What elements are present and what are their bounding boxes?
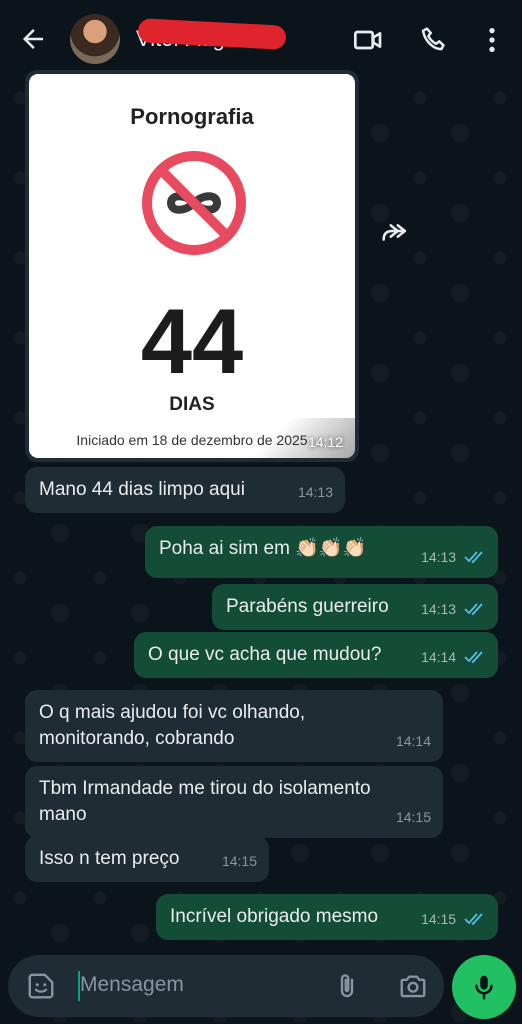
attach-icon[interactable] [332,971,362,1001]
message-bubble-incoming[interactable]: Isso n tem preço 14:15 [25,836,269,882]
sticker-icon[interactable] [26,971,56,1001]
message-time: 14:15 [395,809,431,825]
read-ticks-icon [464,913,483,926]
image-content: Pornografia 44 DIAS Iniciado em 18 de de… [29,74,355,458]
avatar[interactable] [70,14,120,64]
message-time: 14:13 [421,596,486,622]
message-time: 14:14 [421,644,486,670]
days-counter: 44 [140,291,244,393]
more-vert-icon[interactable] [476,24,508,56]
message-time: 14:15 [421,906,486,932]
message-time: 14:14 [395,733,431,749]
mic-button[interactable] [452,955,516,1019]
forward-icon[interactable] [378,214,412,248]
mic-icon [475,975,493,1000]
message-time: 14:13 [297,484,333,500]
message-text: O que vc acha que mudou? [148,644,382,665]
message-bubble-outgoing[interactable]: Parabéns guerreiro 14:13 [212,584,498,630]
message-input[interactable]: Mensagem [80,973,184,997]
message-time: 14:12 [307,434,343,450]
video-call-icon[interactable] [352,24,384,56]
message-text: O q mais ajudou foi vc olhando, monitora… [39,702,306,749]
read-ticks-icon [464,651,483,664]
no-infinity-icon [142,151,246,255]
image-title: Pornografia [130,104,254,129]
chat-header: Vitor Augusto [0,0,522,78]
phone-icon[interactable] [418,24,450,56]
message-time: 14:15 [221,853,257,869]
days-label: DIAS [169,394,215,415]
message-bubble-incoming[interactable]: O q mais ajudou foi vc olhando, monitora… [25,690,443,762]
message-text: Parabéns guerreiro [226,596,389,617]
message-text: Poha ai sim em 👏🏻👏🏻👏🏻 [159,538,367,559]
message-bubble-incoming[interactable]: Mano 44 dias limpo aqui 14:13 [25,467,345,513]
message-text: Incrível obrigado mesmo [170,906,379,927]
message-bubble-incoming[interactable]: Tbm Irmandade me tirou do isolamento man… [25,766,443,838]
message-text: Mano 44 dias limpo aqui [39,479,245,500]
message-composer[interactable]: Mensagem [8,955,444,1017]
read-ticks-icon [464,551,483,564]
message-bubble-outgoing[interactable]: O que vc acha que mudou? 14:14 [134,632,498,678]
message-bubble-outgoing[interactable]: Poha ai sim em 👏🏻👏🏻👏🏻 14:13 [145,526,498,578]
message-time: 14:13 [421,544,486,570]
back-arrow-icon[interactable] [18,24,48,54]
chat-area[interactable]: Pornografia 44 DIAS Iniciado em 18 de de… [0,70,522,1024]
message-text: Isso n tem preço [39,848,180,869]
message-text: Tbm Irmandade me tirou do isolamento man… [39,778,371,825]
camera-icon[interactable] [398,971,428,1001]
read-ticks-icon [464,603,483,616]
image-message[interactable]: Pornografia 44 DIAS Iniciado em 18 de de… [25,70,359,462]
message-bubble-outgoing[interactable]: Incrível obrigado mesmo 14:15 [156,894,498,940]
